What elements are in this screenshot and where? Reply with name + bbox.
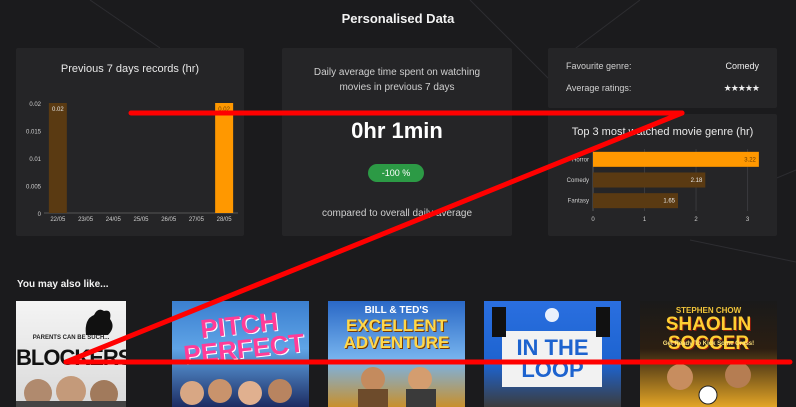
recommendations-title: You may also like... — [17, 279, 109, 290]
previous-days-card: Previous 7 days records (hr) 0 0.005 0.01 0… — [16, 48, 244, 236]
rating-stars-icon: ★★★★★ — [723, 83, 760, 93]
x-tick-label: 23/05 — [78, 217, 94, 223]
bar-horror — [593, 151, 759, 167]
x-tick-label: 26/05 — [161, 217, 177, 223]
average-ratings-row: Average ratings: ★★★★★ — [566, 83, 760, 93]
data-label: 0.02 — [218, 107, 230, 113]
x-tick-label: 27/05 — [189, 217, 205, 223]
favourite-genre-label: Favourite genre: — [566, 61, 632, 71]
poster-cast-image — [358, 367, 436, 407]
x-tick-label: 25/05 — [133, 217, 149, 223]
data-label: 0.02 — [52, 107, 64, 113]
poster-tagline: BILL & TED'S — [364, 305, 429, 316]
x-tick-label: 3 — [746, 217, 750, 223]
x-tick-label: 0 — [591, 217, 595, 223]
favourite-genre-row: Favourite genre: Comedy — [566, 61, 759, 71]
poster-title: SHAOLIN SOCCER — [665, 314, 752, 354]
daily-records-chart: 0 0.005 0.01 0.015 0.02 22/05 0.02 23/05 24/05 25… — [26, 102, 238, 223]
poster-title: EXCELLENT ADVENTURE — [343, 316, 450, 352]
y-tick-label: 0.005 — [26, 185, 42, 191]
data-label: 3.22 — [744, 157, 756, 163]
y-tick-label: Horror — [572, 157, 589, 163]
x-tick-label: 24/05 — [106, 217, 122, 223]
poster-title: PITCH PERFECT — [182, 306, 306, 370]
x-tick-label: 22/05 — [50, 217, 66, 223]
bar-22/05 — [48, 103, 67, 213]
movie-poster-bill-and-ted[interactable]: BILL & TED'S EXCELLENT ADVENTURE — [328, 301, 465, 407]
y-tick-label: 0.01 — [29, 157, 41, 163]
favourites-card: Favourite genre: Comedy Average ratings:… — [548, 48, 777, 108]
movie-poster-blockers[interactable]: PARENTS CAN BE SUCH... BLOCKERS — [16, 301, 126, 407]
y-tick-label: Fantasy — [568, 199, 589, 205]
poster-title: IN THE LOOP — [516, 335, 589, 382]
favourite-genre-value: Comedy — [725, 61, 759, 71]
average-ratings-label: Average ratings: — [566, 83, 632, 93]
x-tick-label: 28/05 — [217, 217, 233, 223]
data-label: 1.65 — [663, 199, 675, 205]
daily-average-title: Daily average time spent on watching mov… — [313, 67, 481, 93]
poster-subtagline: Get Ready To Kick Some Grass! — [662, 341, 755, 347]
compare-text: compared to overall daily average — [321, 208, 473, 219]
rooster-icon — [85, 309, 113, 335]
top-genres-card: Top 3 most watched movie genre (hr) 0123… — [548, 114, 777, 236]
daily-average-card: Daily average time spent on watching mov… — [282, 48, 512, 236]
bar-28/05 — [215, 103, 234, 213]
y-tick-label: 0.02 — [29, 102, 41, 108]
daily-average-value: 0hr 1min — [351, 118, 443, 143]
movie-poster-shaolin-soccer[interactable]: STEPHEN CHOW SHAOLIN SOCCER Get Ready To… — [640, 301, 777, 407]
poster-cast-image — [16, 376, 126, 407]
movie-poster-pitch-perfect[interactable]: PITCH PERFECT — [172, 301, 309, 407]
x-tick-label: 2 — [694, 217, 698, 223]
top-genres-chart: 0 1 2 3 Horror 3.22 Comedy 2.18 Fantasy 1.65 — [567, 149, 759, 223]
data-label: 2.18 — [691, 178, 703, 184]
bar-comedy — [593, 172, 706, 188]
poster-cast-image — [180, 379, 292, 405]
poster-title: BLOCKERS — [16, 345, 126, 370]
y-tick-label: 0.015 — [26, 130, 42, 136]
x-tick-label: 1 — [643, 217, 647, 223]
poster-cast-image — [667, 362, 751, 405]
page-title: Personalised Data — [341, 11, 455, 26]
movie-poster-in-the-loop[interactable]: IN THE LOOP — [484, 301, 621, 407]
y-tick-label: Comedy — [567, 178, 589, 184]
y-tick-label: 0 — [38, 212, 42, 218]
change-badge: -100 % — [368, 164, 424, 182]
